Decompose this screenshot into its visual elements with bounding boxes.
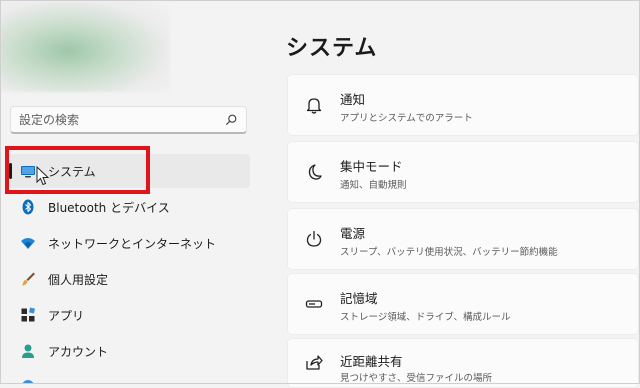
card-title: 近距離共有	[340, 354, 403, 369]
card-subtitle: 通知、自動規則	[340, 180, 407, 191]
power-icon	[306, 230, 322, 247]
card-subtitle: 見つけやすさ、受信ファイルの場所	[340, 373, 493, 384]
page-title: システム	[286, 36, 378, 61]
sidebar-item-label: 個人用設定	[48, 273, 109, 287]
card-subtitle: スリープ、バッテリ使用状況、バッテリー節約機能	[340, 247, 558, 258]
settings-search-box[interactable]	[10, 106, 247, 134]
card-title: 記憶域	[340, 291, 378, 306]
moon-icon	[308, 164, 322, 180]
sidebar-item-personalization[interactable]: 個人用設定	[6, 262, 250, 296]
card-subtitle: アプリとシステムでのアラート	[340, 113, 473, 124]
card-notifications[interactable]: 通知 アプリとシステムでのアラート	[287, 74, 639, 136]
person-icon	[22, 344, 34, 358]
sidebar-item-label: アプリ	[48, 309, 85, 323]
apps-icon	[21, 307, 35, 322]
bell-icon	[306, 98, 322, 114]
brush-icon	[22, 272, 35, 286]
sidebar-item-accounts[interactable]: アカウント	[6, 334, 250, 368]
sidebar-item-label: アカウント	[48, 345, 109, 359]
card-title: 通知	[340, 92, 366, 107]
clock-icon	[22, 380, 34, 384]
user-profile-area[interactable]	[0, 0, 170, 92]
card-power[interactable]: 電源 スリープ、バッテリ使用状況、バッテリー節約機能	[287, 208, 639, 270]
card-focus[interactable]: 集中モード 通知、自動規則	[287, 141, 639, 203]
search-input[interactable]	[19, 110, 219, 130]
sidebar-item-apps[interactable]: アプリ	[6, 298, 250, 332]
card-subtitle: ストレージ領域、ドライブ、構成ルール	[340, 312, 511, 323]
card-title: 電源	[340, 226, 366, 241]
card-title: 集中モード	[340, 159, 403, 174]
mouse-cursor-icon	[36, 166, 50, 186]
sidebar-item-bluetooth[interactable]: Bluetooth とデバイス	[6, 190, 250, 224]
card-storage[interactable]: 記憶域 ストレージ領域、ドライブ、構成ルール	[287, 273, 639, 335]
bluetooth-icon	[22, 199, 34, 215]
share-icon	[306, 355, 323, 370]
sidebar-item-network[interactable]: ネットワークとインターネット	[6, 226, 250, 260]
search-icon[interactable]	[224, 113, 238, 127]
card-nearby-sharing[interactable]: 近距離共有 見つけやすさ、受信ファイルの場所	[287, 338, 639, 388]
storage-icon	[305, 300, 323, 308]
highlight-annotation	[5, 146, 150, 194]
sidebar-item-label: ネットワークとインターネット	[48, 237, 217, 251]
sidebar-item-label: Bluetooth とデバイス	[48, 201, 170, 215]
wifi-icon	[21, 238, 35, 249]
sidebar-item-next[interactable]	[6, 372, 250, 384]
